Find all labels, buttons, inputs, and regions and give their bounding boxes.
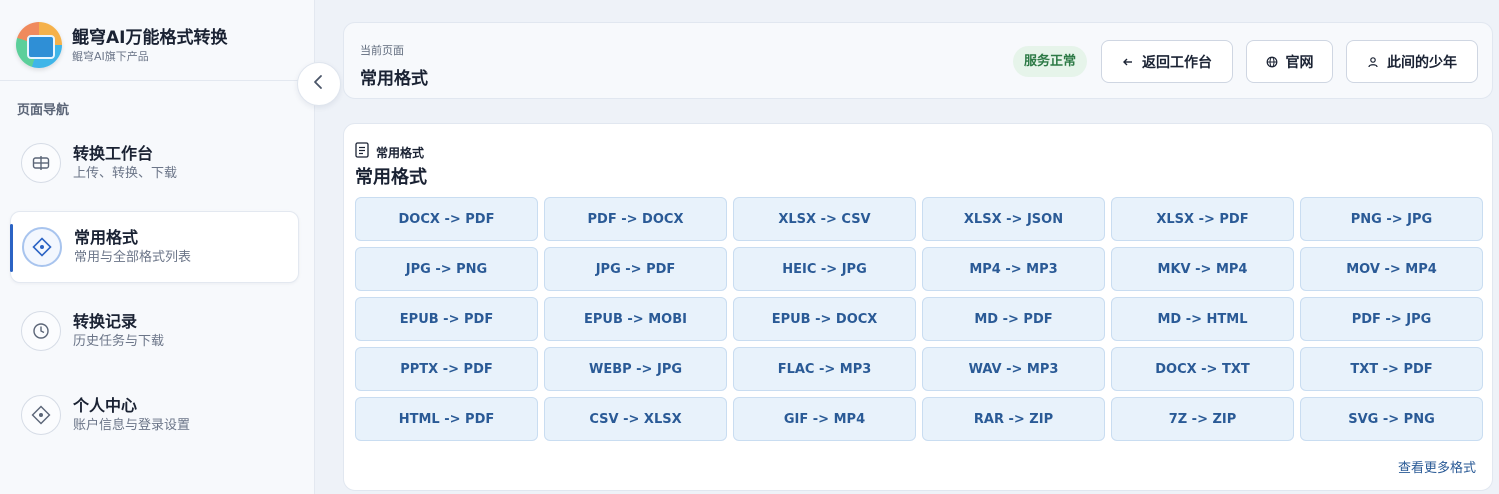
format-chip[interactable]: EPUB -> DOCX — [733, 297, 916, 341]
section-label: 常用格式 — [376, 145, 425, 160]
section-header: 常用格式 — [355, 142, 424, 162]
format-chip[interactable]: GIF -> MP4 — [733, 397, 916, 441]
globe-icon — [1266, 56, 1278, 68]
sidebar-item-label: 转换工作台 — [73, 144, 154, 163]
sidebar: 鲲穹AI万能格式转换 鲲穹AI旗下产品 页面导航 转换工作台 上传、转换、下载 … — [0, 0, 315, 494]
format-chip[interactable]: XLSX -> CSV — [733, 197, 916, 241]
format-chip[interactable]: PNG -> JPG — [1300, 197, 1483, 241]
format-chip[interactable]: MKV -> MP4 — [1111, 247, 1294, 291]
user-button-label: 此间的少年 — [1387, 54, 1457, 71]
sidebar-divider — [0, 80, 315, 81]
format-chip[interactable]: MOV -> MP4 — [1300, 247, 1483, 291]
format-chip[interactable]: SVG -> PNG — [1300, 397, 1483, 441]
back-button-label: 返回工作台 — [1142, 54, 1212, 71]
sidebar-item-desc: 常用与全部格式列表 — [74, 250, 192, 265]
format-chip[interactable]: PDF -> JPG — [1300, 297, 1483, 341]
format-chip[interactable]: 7Z -> ZIP — [1111, 397, 1294, 441]
format-chip[interactable]: MD -> HTML — [1111, 297, 1294, 341]
sidebar-item-desc: 上传、转换、下载 — [73, 166, 178, 181]
format-chip[interactable]: FLAC -> MP3 — [733, 347, 916, 391]
brand[interactable]: 鲲穹AI万能格式转换 鲲穹AI旗下产品 — [16, 22, 227, 68]
format-chip[interactable]: EPUB -> MOBI — [544, 297, 727, 341]
arrow-left-icon — [1122, 56, 1134, 68]
format-chip[interactable]: DOCX -> PDF — [355, 197, 538, 241]
diamond-icon — [21, 395, 61, 435]
sidebar-item-label: 常用格式 — [74, 228, 139, 247]
sidebar-item-history[interactable]: 转换记录 历史任务与下载 — [10, 295, 299, 367]
page-header: 当前页面 常用格式 服务正常 返回工作台 官网 此间的少年 — [343, 22, 1493, 99]
format-chip[interactable]: RAR -> ZIP — [922, 397, 1105, 441]
chevron-left-icon — [312, 74, 326, 94]
diamond-icon — [22, 227, 62, 267]
page-title: 常用格式 — [360, 69, 428, 89]
site-button-label: 官网 — [1285, 54, 1314, 71]
breadcrumb: 当前页面 — [360, 44, 404, 57]
clock-icon — [21, 311, 61, 351]
format-chip[interactable]: EPUB -> PDF — [355, 297, 538, 341]
view-more-formats-link[interactable]: 查看更多格式 — [1398, 457, 1476, 476]
user-menu-button[interactable]: 此间的少年 — [1346, 40, 1478, 83]
format-chip[interactable]: XLSX -> JSON — [922, 197, 1105, 241]
back-to-workbench-button[interactable]: 返回工作台 — [1101, 40, 1233, 83]
format-chip[interactable]: HTML -> PDF — [355, 397, 538, 441]
format-chip[interactable]: DOCX -> TXT — [1111, 347, 1294, 391]
format-chip[interactable]: HEIC -> JPG — [733, 247, 916, 291]
brand-subtitle: 鲲穹AI旗下产品 — [72, 50, 149, 63]
user-icon — [1367, 56, 1379, 68]
format-chip[interactable]: MD -> PDF — [922, 297, 1105, 341]
format-chip[interactable]: PDF -> DOCX — [544, 197, 727, 241]
sidebar-item-desc: 账户信息与登录设置 — [73, 418, 191, 433]
grid-icon — [21, 143, 61, 183]
sidebar-item-profile[interactable]: 个人中心 账户信息与登录设置 — [10, 379, 299, 451]
format-chip[interactable]: JPG -> PNG — [355, 247, 538, 291]
section-title: 常用格式 — [355, 167, 427, 188]
format-chip[interactable]: WEBP -> JPG — [544, 347, 727, 391]
app-logo — [16, 22, 62, 68]
sidebar-item-formats[interactable]: 常用格式 常用与全部格式列表 — [10, 211, 299, 283]
official-site-button[interactable]: 官网 — [1246, 40, 1333, 83]
format-chip[interactable]: CSV -> XLSX — [544, 397, 727, 441]
sidebar-item-workbench[interactable]: 转换工作台 上传、转换、下载 — [10, 127, 299, 199]
format-chip[interactable]: XLSX -> PDF — [1111, 197, 1294, 241]
format-chip[interactable]: TXT -> PDF — [1300, 347, 1483, 391]
status-badge: 服务正常 — [1013, 46, 1088, 77]
sidebar-item-label: 转换记录 — [73, 312, 138, 331]
format-chip[interactable]: JPG -> PDF — [544, 247, 727, 291]
nav-heading: 页面导航 — [17, 103, 70, 118]
format-chip[interactable]: PPTX -> PDF — [355, 347, 538, 391]
sidebar-item-desc: 历史任务与下载 — [73, 334, 165, 349]
sidebar-item-label: 个人中心 — [73, 396, 138, 415]
brand-title: 鲲穹AI万能格式转换 — [72, 28, 228, 48]
sidebar-collapse-button[interactable] — [297, 62, 341, 106]
format-grid: DOCX -> PDF PDF -> DOCX XLSX -> CSV XLSX ->… — [355, 197, 1483, 441]
formats-card: 常用格式 常用格式 DOCX -> PDF PDF -> DOCX XLSX -> … — [343, 123, 1493, 491]
format-chip[interactable]: WAV -> MP3 — [922, 347, 1105, 391]
document-icon — [355, 142, 369, 162]
format-chip[interactable]: MP4 -> MP3 — [922, 247, 1105, 291]
